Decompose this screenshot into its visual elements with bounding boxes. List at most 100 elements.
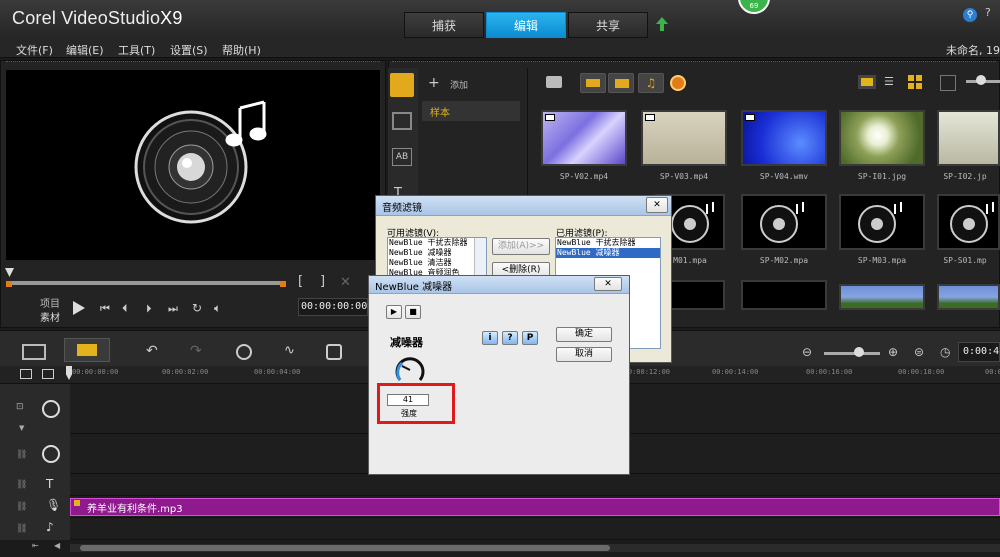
clip-mode-label[interactable]: 素材 xyxy=(40,309,60,324)
link-icon[interactable]: ⛓ xyxy=(16,450,27,460)
thumb-sp-i02[interactable] xyxy=(937,110,1000,166)
timecode-display[interactable]: 00:00:00:00 xyxy=(298,298,368,316)
track-manager-icon[interactable] xyxy=(20,369,32,379)
lock-icon[interactable]: ⊡ xyxy=(16,402,24,412)
thumbnail-size-handle[interactable] xyxy=(976,75,986,85)
thumb-row3-4[interactable] xyxy=(937,284,1000,310)
storyboard-view-icon[interactable] xyxy=(22,344,46,360)
thumb-sp-v03[interactable] xyxy=(641,110,727,166)
show-video-icon[interactable] xyxy=(580,73,606,93)
thumb-sp-m02[interactable] xyxy=(741,194,827,250)
menu-tools[interactable]: 工具(T) xyxy=(118,42,155,58)
voice-track-icon[interactable]: 🎙︎ xyxy=(46,498,61,512)
title-track-icon[interactable]: T xyxy=(46,477,53,491)
show-photo-icon[interactable] xyxy=(608,73,634,93)
thumb-row3-3[interactable] xyxy=(839,284,925,310)
list-item[interactable]: NewBlue 清洁器 xyxy=(388,258,486,268)
zoom-slider-handle[interactable] xyxy=(854,347,864,357)
browse-folder-icon[interactable] xyxy=(546,76,562,88)
title-track[interactable] xyxy=(0,474,1000,496)
thumb-sp-v04[interactable] xyxy=(741,110,827,166)
media-library-icon[interactable] xyxy=(390,73,414,97)
preset-button[interactable]: P xyxy=(522,331,538,345)
view-thumbnail-icon[interactable] xyxy=(858,75,876,89)
view-list-icon[interactable]: ☰ xyxy=(884,75,894,88)
music-track-icon[interactable]: ♪ xyxy=(46,520,54,534)
overlay-track-icon[interactable] xyxy=(42,445,60,463)
folder-item-sample[interactable]: 样本 xyxy=(422,101,520,121)
thumb-row3-2[interactable] xyxy=(741,280,827,310)
end-icon[interactable]: ⏭ xyxy=(168,302,178,316)
list-item[interactable]: NewBlue 干扰去除器 xyxy=(388,238,486,248)
repeat-icon[interactable]: ↻ xyxy=(192,301,202,315)
available-filters-list[interactable]: NewBlue 干扰去除器 NewBlue 减噪器 NewBlue 清洁器 Ne… xyxy=(387,237,487,277)
thumb-sp-s01[interactable] xyxy=(937,194,1000,250)
thumb-sp-v02[interactable] xyxy=(541,110,627,166)
scroll-start-icon[interactable]: ⇤ xyxy=(32,541,39,550)
zoom-out-icon[interactable]: ⊖ xyxy=(802,345,812,359)
help-button[interactable]: ? xyxy=(502,331,518,345)
upload-arrow-icon[interactable] xyxy=(655,16,669,32)
preview-play-button[interactable]: ▶ xyxy=(386,305,402,319)
panel-grip[interactable] xyxy=(6,61,380,65)
scroll-left-icon[interactable]: ◀ xyxy=(54,541,60,550)
timeline-scroll-thumb[interactable] xyxy=(80,545,610,551)
timeline-view-icon[interactable] xyxy=(64,338,110,362)
sample-reel-icon[interactable] xyxy=(670,75,686,91)
audio-filter-dialog-titlebar[interactable]: 音频滤镜 xyxy=(376,196,671,216)
video-track-icon[interactable] xyxy=(42,400,60,418)
add-folder-icon[interactable]: + xyxy=(428,75,440,91)
link-icon[interactable]: ⛓ xyxy=(16,524,27,534)
project-mode-label[interactable]: 项目 xyxy=(40,295,60,310)
list-item[interactable]: NewBlue 减噪器 xyxy=(388,248,486,258)
menu-settings[interactable]: 设置(S) xyxy=(170,42,208,58)
link-icon[interactable]: ⛓ xyxy=(16,502,27,512)
thumb-sp-i01[interactable] xyxy=(839,110,925,166)
trim-start-marker[interactable] xyxy=(6,281,12,287)
close-icon[interactable]: ✕ xyxy=(646,197,668,213)
tab-edit[interactable]: 编辑 xyxy=(486,12,566,38)
view-grid-icon[interactable] xyxy=(908,75,922,89)
next-frame-icon[interactable]: ⏵ xyxy=(146,302,152,316)
show-audio-icon[interactable]: ♫ xyxy=(638,73,664,93)
scrubber-track[interactable] xyxy=(8,281,284,285)
add-folder-label[interactable]: 添加 xyxy=(450,78,468,91)
title-icon[interactable]: AB xyxy=(392,148,412,166)
trim-end-marker[interactable] xyxy=(280,281,286,287)
list-item-selected[interactable]: NewBlue 减噪器 xyxy=(556,248,660,258)
noise-reducer-titlebar[interactable]: NewBlue 减噪器 xyxy=(369,276,629,294)
auto-music-icon[interactable] xyxy=(326,344,342,360)
split-clip-icon[interactable]: ✕ xyxy=(340,275,351,290)
strength-knob[interactable] xyxy=(394,354,426,386)
play-button[interactable] xyxy=(72,300,86,316)
thumb-sp-m03[interactable] xyxy=(839,194,925,250)
music-track[interactable] xyxy=(0,518,1000,540)
instant-project-icon[interactable] xyxy=(392,112,412,130)
preview-stop-button[interactable]: ■ xyxy=(405,305,421,319)
tab-share[interactable]: 共享 xyxy=(568,12,648,38)
zoom-in-icon[interactable]: ⊕ xyxy=(888,345,898,359)
list-item[interactable]: NewBlue 干扰去除器 xyxy=(556,238,660,248)
record-capture-icon[interactable] xyxy=(236,344,252,360)
prev-frame-icon[interactable]: ⏴ xyxy=(122,302,128,316)
globe-icon[interactable]: ⚲ xyxy=(963,8,977,22)
undo-icon[interactable]: ↶ xyxy=(146,343,158,359)
zoom-slider[interactable] xyxy=(824,352,880,355)
timeline-timecode[interactable]: 0:00:4 xyxy=(958,342,1000,362)
mark-out-button[interactable]: ] xyxy=(320,274,325,289)
home-icon[interactable]: ⏮ xyxy=(100,302,110,316)
library-panel-grip[interactable] xyxy=(392,61,996,65)
ok-button[interactable]: 确定 xyxy=(556,327,612,342)
sound-mixer-icon[interactable]: ∿ xyxy=(284,343,295,358)
cancel-button[interactable]: 取消 xyxy=(556,347,612,362)
help-menu-icon[interactable]: ? xyxy=(985,6,991,19)
menu-file[interactable]: 文件(F) xyxy=(16,42,53,58)
volume-icon[interactable]: 🔈︎ xyxy=(214,301,221,316)
expand-track-icon[interactable]: ▼ xyxy=(19,424,24,432)
audio-clip[interactable]: 养羊业有利条件.mp3 xyxy=(70,498,1000,516)
link-icon[interactable]: ⛓ xyxy=(16,480,27,490)
menu-edit[interactable]: 编辑(E) xyxy=(66,42,104,58)
menu-help[interactable]: 帮助(H) xyxy=(222,42,261,58)
tab-capture[interactable]: 捕获 xyxy=(404,12,484,38)
sort-icon[interactable] xyxy=(940,75,956,91)
